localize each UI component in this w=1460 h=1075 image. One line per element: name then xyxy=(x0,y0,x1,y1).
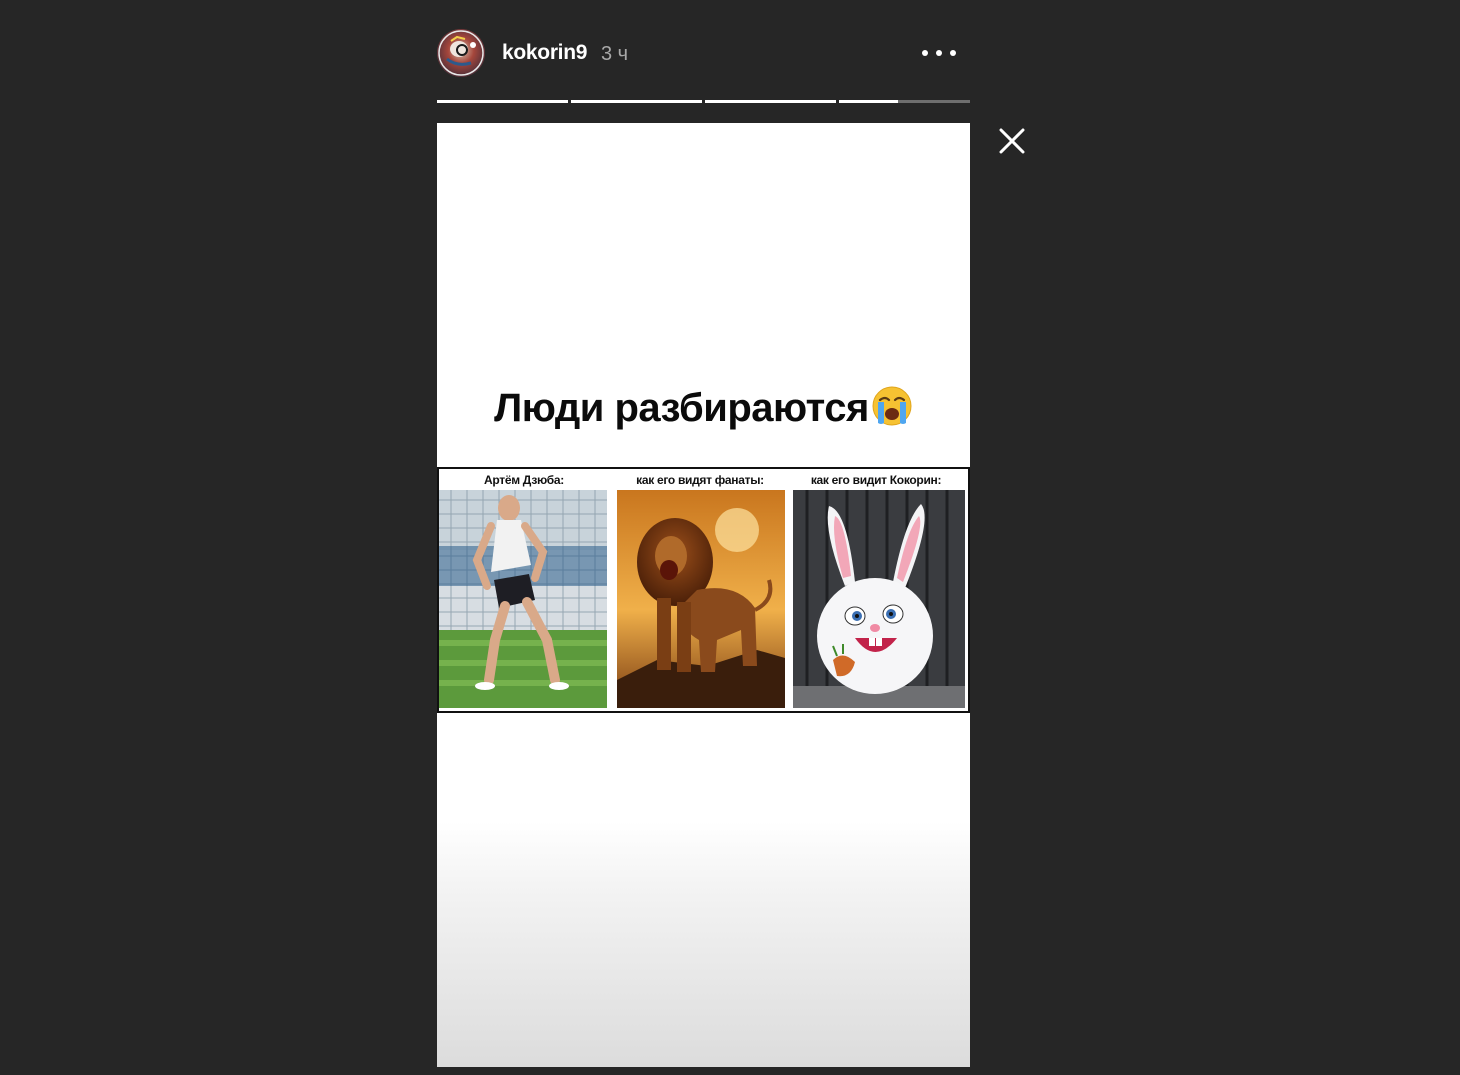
meme-image: Артём Дзюба: как его видят фанаты: как е… xyxy=(437,467,970,713)
avatar-image xyxy=(437,29,485,77)
dot-icon xyxy=(922,50,928,56)
more-options-button[interactable] xyxy=(916,40,962,66)
lion-image xyxy=(617,490,785,708)
progress-segment xyxy=(705,100,836,103)
meme-panel-label: как его видит Кокорин: xyxy=(810,473,942,487)
story-progress-bar xyxy=(437,100,970,103)
progress-segment xyxy=(571,100,702,103)
loudly-crying-face-icon xyxy=(871,385,913,437)
progress-segment xyxy=(839,100,970,103)
dot-icon xyxy=(936,50,942,56)
story-caption: Люди разбираются xyxy=(437,385,970,437)
close-icon xyxy=(999,128,1025,154)
rabbit-image xyxy=(793,490,965,708)
story-timestamp: 3 ч xyxy=(601,43,629,65)
dot-icon xyxy=(950,50,956,56)
meme-panel-label: Артём Дзюба: xyxy=(484,473,564,487)
username[interactable]: kokorin9 xyxy=(502,41,587,65)
story-caption-text: Люди разбираются xyxy=(494,386,869,430)
progress-segment xyxy=(437,100,568,103)
close-button[interactable] xyxy=(994,123,1030,159)
story-frame[interactable]: Люди разбираются Артём Дзюба: как его ви… xyxy=(437,123,970,1067)
avatar[interactable] xyxy=(437,29,485,77)
meme-panel-label: как его видят фанаты: xyxy=(636,473,764,487)
football-player-image xyxy=(439,490,607,708)
story-viewer: kokorin9 3 ч Люди разбираются Артём Дзюб… xyxy=(0,0,1460,1075)
